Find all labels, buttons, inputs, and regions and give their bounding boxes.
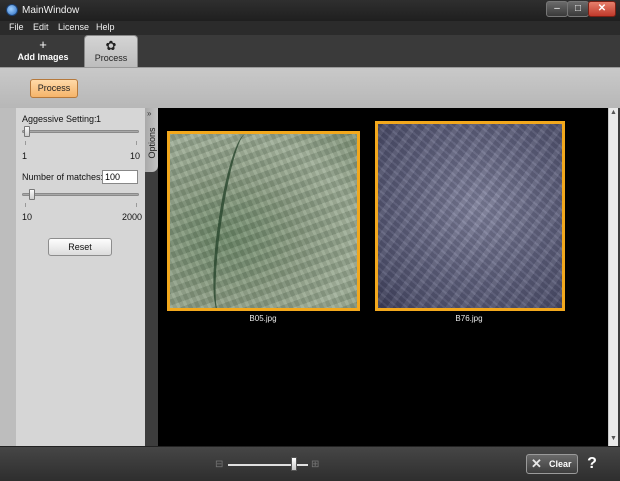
zoom-in-icon[interactable]: ⊞ (311, 459, 319, 470)
tab-add-images[interactable]: + Add Images (10, 35, 76, 67)
tab-process-label: Process (94, 53, 128, 63)
window-title: MainWindow (22, 5, 80, 16)
scroll-down-icon[interactable]: ▼ (610, 435, 617, 442)
matches-slider-thumb[interactable] (29, 189, 36, 200)
bottom-bar: ⊟ ⊞ ✕ Clear ? (0, 446, 620, 481)
reset-button[interactable]: Reset (48, 238, 112, 256)
menu-help[interactable]: Help (96, 22, 115, 32)
maximize-button[interactable]: □ (567, 1, 589, 17)
matches-input[interactable] (102, 170, 138, 184)
tab-add-images-label: Add Images (17, 52, 69, 62)
menu-edit[interactable]: Edit (33, 22, 49, 32)
matches-slider-track[interactable] (22, 193, 139, 196)
minimize-button[interactable]: – (546, 1, 568, 17)
menu-file[interactable]: File (9, 22, 24, 32)
menu-bar: File Edit License Help (0, 21, 620, 35)
zoom-slider-thumb[interactable] (290, 457, 297, 471)
image-caption-b76: B76.jpg (455, 314, 483, 323)
aggressive-min-label: 1 (22, 151, 28, 161)
help-icon[interactable]: ? (583, 454, 601, 474)
menu-license[interactable]: License (58, 22, 89, 32)
scroll-up-icon[interactable]: ▲ (610, 109, 617, 116)
image-viewer: B05.jpg B76.jpg (158, 108, 608, 446)
process-button[interactable]: Process (30, 79, 78, 98)
options-panel: Aggessive Setting: 1 1 10 Number of matc… (16, 108, 145, 446)
app-icon (6, 4, 18, 16)
double-chevron-icon: » (147, 109, 152, 118)
aggressive-slider-thumb[interactable] (24, 126, 30, 137)
process-toolbar: Process (0, 67, 620, 108)
tab-process[interactable]: ✿ Process (84, 35, 138, 67)
vertical-scrollbar[interactable]: ▲ ▼ (608, 108, 618, 446)
options-collapse-tab[interactable]: » Options (145, 108, 158, 172)
gear-icon: ✿ (105, 38, 117, 53)
aggressive-max-label: 10 (130, 151, 141, 161)
matches-slider-ticks (25, 203, 137, 207)
image-thumbnail-b76[interactable] (375, 121, 565, 311)
zoom-out-icon[interactable]: ⊟ (215, 459, 223, 470)
image-thumbnail-b05[interactable] (167, 131, 360, 311)
river-feature (205, 134, 261, 308)
close-button[interactable]: ✕ (588, 1, 616, 17)
clear-button[interactable]: ✕ Clear (526, 454, 578, 474)
clear-label: Clear (549, 459, 572, 469)
aggressive-slider-track[interactable] (22, 130, 139, 133)
image-caption-b05: B05.jpg (249, 314, 277, 323)
matches-min-label: 10 (22, 212, 33, 222)
matches-label: Number of matches: (22, 172, 104, 182)
ribbon: + Add Images ✿ Process (0, 35, 620, 67)
aggressive-slider-ticks (25, 141, 137, 145)
plus-icon: + (39, 37, 47, 52)
aggressive-setting-value: 1 (96, 114, 102, 124)
title-bar: MainWindow – □ ✕ (0, 0, 620, 21)
clear-x-icon: ✕ (531, 456, 542, 471)
options-tab-label: Options (147, 127, 157, 159)
left-frame (0, 108, 16, 446)
aggressive-setting-label: Aggessive Setting: (22, 114, 97, 124)
matches-max-label: 2000 (122, 212, 143, 222)
